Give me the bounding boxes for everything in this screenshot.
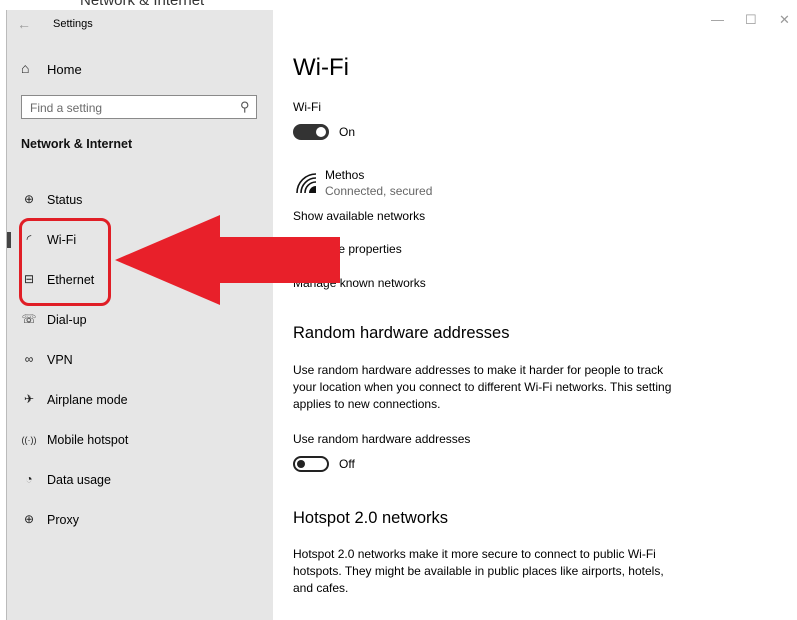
active-indicator <box>7 232 11 248</box>
hotspot-heading: Hotspot 2.0 networks <box>293 509 448 527</box>
random-hw-toggle-state: Off <box>339 457 355 471</box>
sidebar-item-airplane-mode[interactable]: ✈ Airplane mode <box>7 386 273 414</box>
hotspot-description: Hotspot 2.0 networks make it more secure… <box>293 547 664 595</box>
sidebar-item-proxy[interactable]: ⊕ Proxy <box>7 506 273 534</box>
sidebar-item-label: Dial-up <box>47 313 87 327</box>
toggle-knob <box>316 127 326 137</box>
close-button[interactable]: ✕ <box>779 12 790 28</box>
search-box[interactable]: ⚲ <box>21 95 257 119</box>
data-usage-icon: ◔ <box>25 472 33 486</box>
wifi-toggle-label: Wi-Fi <box>293 100 321 114</box>
annotation-highlight-box <box>19 218 111 306</box>
sidebar-item-label: Airplane mode <box>47 393 128 407</box>
dialup-icon: ☏ <box>21 312 37 326</box>
home-label: Home <box>47 62 82 77</box>
search-input[interactable] <box>28 97 232 119</box>
vpn-icon: ∞ <box>24 352 34 366</box>
proxy-icon: ⊕ <box>23 512 35 526</box>
home-icon: ⌂ <box>21 60 30 76</box>
back-arrow-icon[interactable]: ← <box>17 16 37 34</box>
random-hw-toggle[interactable] <box>293 456 329 472</box>
airplane-icon: ✈ <box>23 392 35 406</box>
maximize-button[interactable]: ☐ <box>745 12 757 28</box>
annotation-arrow <box>115 215 340 305</box>
sidebar-item-mobile-hotspot[interactable]: ((·)) Mobile hotspot <box>7 426 273 454</box>
wifi-toggle-state: On <box>339 125 356 139</box>
search-icon[interactable]: ⚲ <box>240 99 250 115</box>
wifi-signal-icon <box>296 173 317 194</box>
sidebar-item-label: VPN <box>47 353 73 367</box>
random-hw-toggle-label: Use random hardware addresses <box>293 432 471 446</box>
cropped-heading: Network & Internet <box>80 0 205 9</box>
toggle-knob <box>297 460 305 468</box>
section-title: Network & Internet <box>21 137 133 151</box>
sidebar-item-status[interactable]: ⊕ Status <box>7 186 273 214</box>
sidebar-item-dialup[interactable]: ☏ Dial-up <box>7 306 273 334</box>
hotspot-icon: ((·)) <box>21 435 37 445</box>
page-title: Wi-Fi <box>293 54 349 81</box>
app-title: Settings <box>53 18 93 30</box>
sidebar-item-vpn[interactable]: ∞ VPN <box>7 346 273 374</box>
settings-window: ← Settings ⌂ Home ⚲ Network & Internet ⊕… <box>6 10 797 620</box>
sidebar-item-data-usage[interactable]: ◔ Data usage <box>7 466 273 494</box>
minimize-button[interactable]: — <box>711 12 724 27</box>
sidebar: ← Settings ⌂ Home ⚲ Network & Internet ⊕… <box>7 10 273 620</box>
sidebar-item-home[interactable]: ⌂ Home <box>7 56 273 82</box>
random-hw-heading: Random hardware addresses <box>293 324 510 342</box>
sidebar-item-label: Mobile hotspot <box>47 433 129 447</box>
globe-icon: ⊕ <box>23 192 35 206</box>
random-hw-description: Use random hardware addresses to make it… <box>293 363 672 411</box>
sidebar-item-label: Proxy <box>47 513 79 527</box>
network-name[interactable]: Methos <box>325 168 364 182</box>
wifi-toggle[interactable] <box>293 124 329 140</box>
cropped-top-text: Network & Internet <box>0 0 797 10</box>
network-status: Connected, secured <box>325 184 433 198</box>
sidebar-item-label: Data usage <box>47 473 111 487</box>
titlebar: ← Settings <box>7 10 273 40</box>
main-content: — ☐ ✕ Wi-Fi Wi-Fi On Methos Connected, s… <box>273 10 797 620</box>
sidebar-item-label: Status <box>47 193 83 207</box>
